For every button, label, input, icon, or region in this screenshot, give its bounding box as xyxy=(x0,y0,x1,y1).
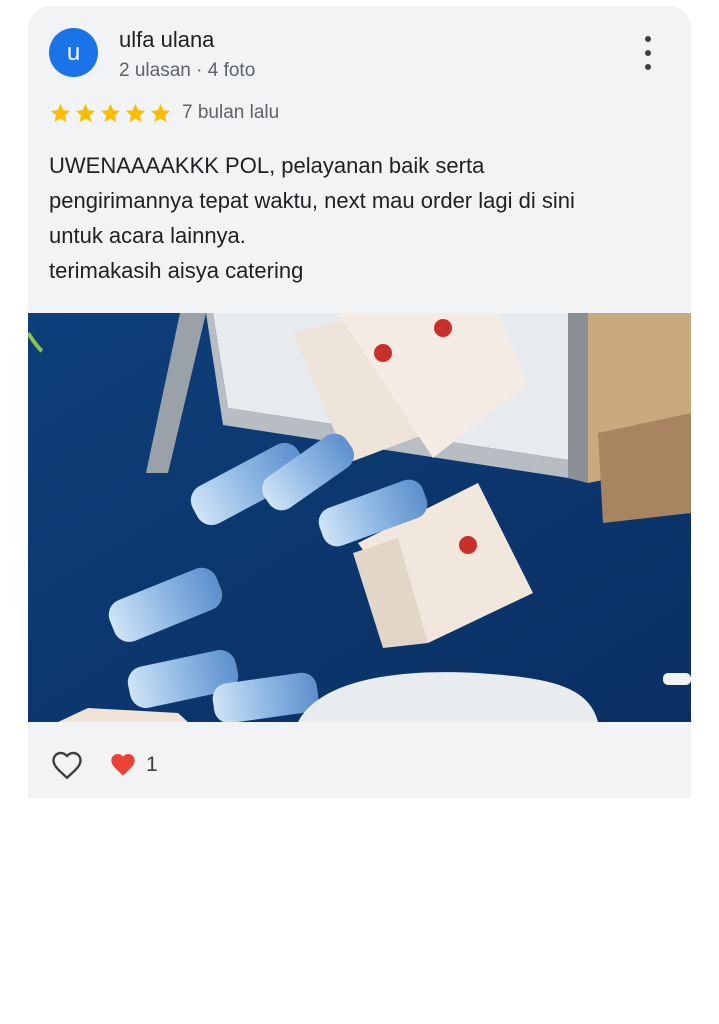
review-text-line: UWENAAAAKKK POL, pelayanan baik serta xyxy=(49,153,485,178)
star-icon xyxy=(75,103,96,123)
more-options-icon[interactable] xyxy=(636,36,660,70)
avatar-initial: u xyxy=(66,38,81,66)
star-icon xyxy=(50,103,71,123)
review-text-line: untuk acara lainnya. xyxy=(49,223,246,248)
review-text-line: pengirimannya tepat waktu, next mau orde… xyxy=(49,188,575,213)
avatar[interactable]: u xyxy=(49,28,98,77)
star-icon xyxy=(125,103,146,123)
star-rating xyxy=(49,102,172,125)
star-icon xyxy=(150,103,171,123)
review-text: UWENAAAAKKK POL, pelayanan baik serta pe… xyxy=(49,148,669,288)
star-icon xyxy=(100,103,121,123)
review-photo[interactable] xyxy=(28,313,691,722)
author-meta: 2 ulasan · 4 foto xyxy=(119,60,256,81)
reaction-count: 1 xyxy=(146,753,158,776)
heart-outline-icon[interactable] xyxy=(48,747,86,783)
review-text-line: terimakasih aisya catering xyxy=(49,258,304,283)
review-card: u ulfa ulana 2 ulasan · 4 foto 7 bulan l… xyxy=(28,6,691,798)
review-time: 7 bulan lalu xyxy=(182,102,280,123)
heart-filled-icon xyxy=(111,754,135,776)
reaction-summary[interactable]: 1 xyxy=(108,751,158,779)
author-name[interactable]: ulfa ulana xyxy=(119,27,214,53)
